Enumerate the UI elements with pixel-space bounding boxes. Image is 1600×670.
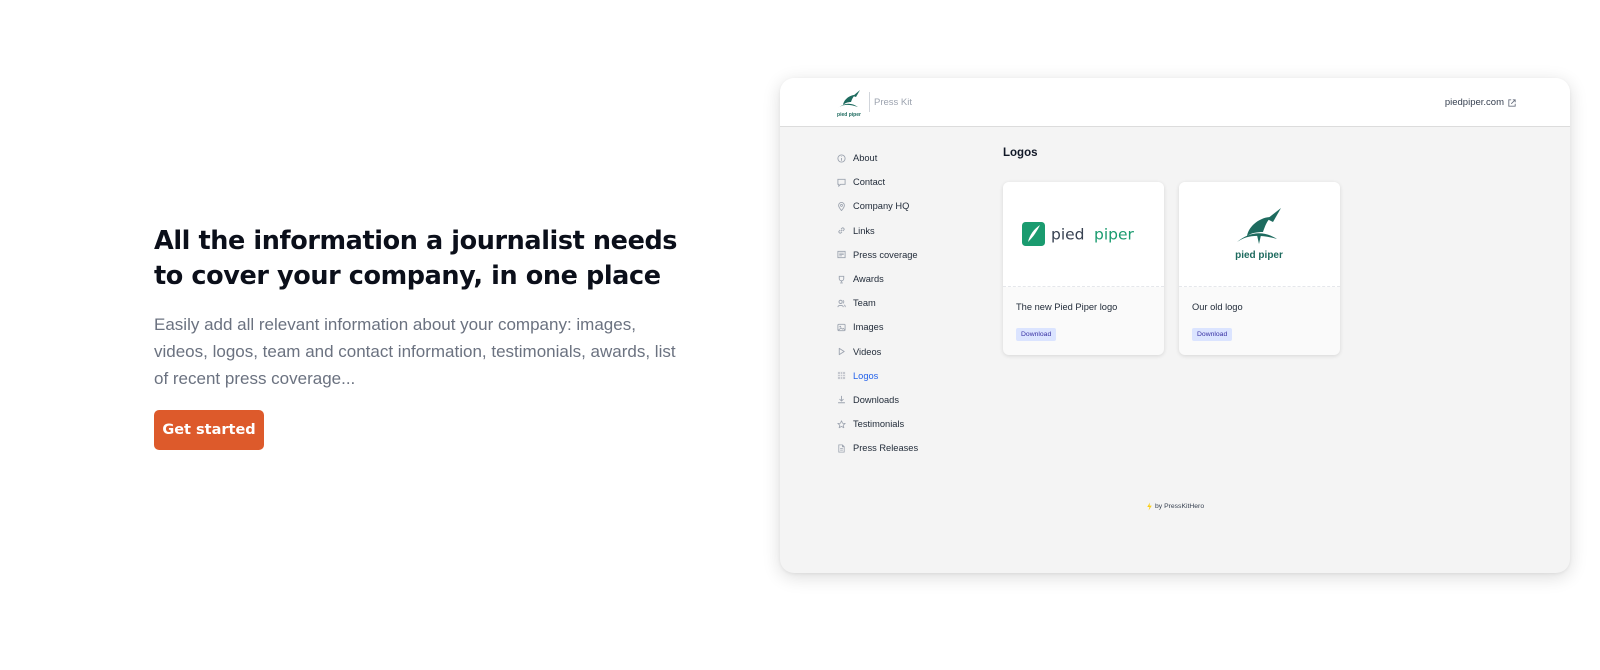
pied-piper-bird-logo-icon[interactable]: pied piper	[834, 88, 864, 118]
play-icon	[837, 347, 846, 356]
link-icon	[837, 226, 846, 235]
press-kit-sidebar: About Contact Company HQ Links Press cov…	[837, 146, 918, 460]
sidebar-item-press-releases[interactable]: Press Releases	[837, 436, 918, 460]
star-icon	[837, 420, 846, 429]
image-icon	[837, 323, 846, 332]
hero-heading: All the information a journalist needs t…	[154, 224, 694, 294]
credit-text: by PressKitHero	[1155, 503, 1205, 510]
logo-text-pied: pied	[1051, 226, 1085, 244]
sidebar-item-label: Press coverage	[853, 249, 918, 260]
sidebar-item-label: Downloads	[853, 394, 899, 405]
logo-wordmark: pied piper	[837, 112, 861, 118]
sidebar-item-label: Links	[853, 225, 875, 236]
hero-description: Easily add all relevant information abou…	[154, 315, 676, 388]
map-pin-icon	[837, 202, 846, 211]
sidebar-item-label: About	[853, 153, 878, 164]
sidebar-item-awards[interactable]: Awards	[837, 267, 918, 291]
powered-by-credit[interactable]: by PressKitHero	[1146, 502, 1204, 511]
sidebar-item-label: Testimonials	[853, 419, 905, 430]
sidebar-item-videos[interactable]: Videos	[837, 340, 918, 364]
logo-text-piper: piper	[1094, 226, 1135, 244]
logo-card-new: pied piper The new Pied Piper logo Downl…	[1003, 182, 1164, 355]
hero-heading-line2: to cover your company, in one place	[154, 261, 661, 291]
sidebar-item-label: Company HQ	[853, 201, 910, 212]
sidebar-item-contact[interactable]: Contact	[837, 170, 918, 194]
info-icon	[837, 154, 846, 163]
sidebar-item-images[interactable]: Images	[837, 315, 918, 339]
website-link[interactable]: piedpiper.com	[1445, 97, 1516, 108]
press-kit-label: Press Kit	[874, 97, 913, 108]
external-link-icon	[1508, 98, 1516, 107]
grid-icon	[837, 371, 846, 380]
chat-icon	[837, 178, 846, 187]
sidebar-item-logos[interactable]: Logos	[837, 364, 918, 388]
pied-piper-old-logo-icon: pied piper	[1235, 208, 1283, 261]
sidebar-item-label: Awards	[853, 274, 884, 285]
sidebar-item-label: Press Releases	[853, 443, 919, 454]
pied-piper-new-logo-icon: pied piper	[1021, 222, 1135, 246]
old-logo-wordmark: pied piper	[1235, 250, 1283, 261]
logos-section-title: Logos	[1003, 147, 1038, 159]
sidebar-item-label: Videos	[853, 346, 882, 357]
hero-section: All the information a journalist needs t…	[154, 224, 694, 392]
logo-preview[interactable]: pied piper	[1003, 182, 1164, 287]
logo-preview[interactable]: pied piper	[1179, 182, 1340, 287]
sidebar-item-label: Contact	[853, 177, 886, 188]
logo-caption: The new Pied Piper logo	[1016, 302, 1118, 312]
sidebar-item-testimonials[interactable]: Testimonials	[837, 412, 918, 436]
document-icon	[837, 444, 846, 453]
get-started-button[interactable]: Get started	[154, 410, 264, 450]
website-link-text: piedpiper.com	[1444, 97, 1504, 108]
sidebar-item-downloads[interactable]: Downloads	[837, 388, 918, 412]
download-button[interactable]: Download	[1192, 328, 1233, 341]
sidebar-item-links[interactable]: Links	[837, 219, 918, 243]
sidebar-item-label: Images	[853, 322, 884, 333]
sidebar-item-company-hq[interactable]: Company HQ	[837, 194, 918, 218]
logo-caption: Our old logo	[1192, 302, 1243, 312]
lightning-bolt-icon	[1147, 502, 1152, 511]
sidebar-item-label: Logos	[853, 370, 879, 381]
header-divider	[869, 92, 870, 112]
logo-card-old: pied piper Our old logo Download	[1179, 182, 1340, 355]
hero-heading-line1: All the information a journalist needs	[154, 226, 678, 256]
sidebar-item-team[interactable]: Team	[837, 291, 918, 315]
newspaper-icon	[837, 250, 846, 259]
preview-header: pied piper Press Kit piedpiper.com	[780, 78, 1570, 127]
trophy-icon	[837, 275, 846, 284]
sidebar-item-label: Team	[853, 298, 876, 309]
download-icon	[837, 395, 846, 404]
press-kit-preview: pied piper Press Kit piedpiper.com About…	[780, 78, 1570, 573]
download-button[interactable]: Download	[1016, 328, 1057, 341]
users-icon	[837, 299, 846, 308]
sidebar-item-about[interactable]: About	[837, 146, 918, 170]
sidebar-item-press-coverage[interactable]: Press coverage	[837, 243, 918, 267]
